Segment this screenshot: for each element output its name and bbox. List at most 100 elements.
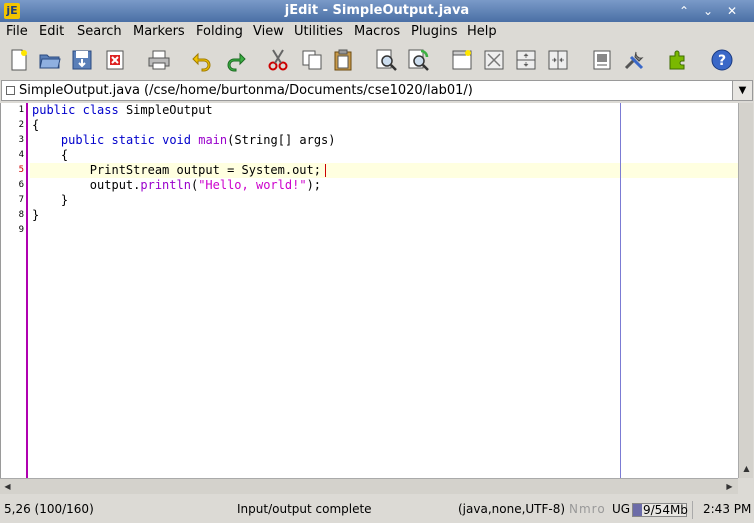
code-token: { [32, 148, 69, 162]
menu-view[interactable]: View [253, 24, 284, 39]
code-line: } [32, 208, 39, 223]
menu-markers[interactable]: Markers [133, 24, 185, 39]
code-line: { [32, 148, 68, 163]
code-token: public [32, 103, 76, 117]
global-options-icon[interactable] [622, 48, 646, 72]
code-token: public [60, 133, 105, 147]
cut-icon[interactable] [266, 48, 290, 72]
print-icon[interactable] [147, 48, 171, 72]
line-number: 9 [18, 225, 24, 235]
open-file-icon[interactable] [38, 48, 62, 72]
minimize-button[interactable]: ⌃ [676, 3, 692, 19]
code-token: ); [306, 178, 322, 192]
text-editor[interactable]: 123456789 public class SimpleOutput{ pub… [0, 103, 739, 478]
code-token: SimpleOutput [118, 103, 213, 117]
find-icon[interactable] [374, 48, 398, 72]
code-token: static [111, 133, 155, 147]
status-separator [692, 501, 693, 519]
menu-utilities[interactable]: Utilities [294, 24, 343, 39]
vertical-scrollbar[interactable]: ▲ ▼ [738, 103, 753, 478]
code-token: println [140, 178, 191, 192]
code-line: public class SimpleOutput [32, 103, 213, 118]
code-line: PrintStream output = System.out; [32, 163, 321, 178]
copy-icon[interactable] [300, 48, 324, 72]
code-token: { [32, 118, 40, 132]
paste-icon[interactable] [331, 48, 355, 72]
status-bar: 5,26 (100/160) Input/output complete (ja… [0, 499, 754, 521]
menu-folding[interactable]: Folding [196, 24, 243, 39]
encoding-flags[interactable]: UG [612, 502, 630, 516]
menu-help[interactable]: Help [467, 24, 497, 39]
code-line: output.println("Hello, world!"); [32, 178, 321, 193]
menu-file[interactable]: File [6, 24, 28, 39]
edit-mode-flags[interactable]: Nmro [569, 502, 606, 516]
clock: 2:43 PM [703, 502, 752, 516]
line-number: 4 [18, 150, 24, 160]
chevron-down-icon[interactable]: ▼ [732, 81, 752, 100]
redo-icon[interactable] [224, 48, 248, 72]
scroll-up-icon[interactable]: ▲ [739, 461, 754, 476]
line-number: 2 [18, 120, 24, 130]
code-token: PrintStream output = System.out; [32, 163, 321, 177]
svg-text:?: ? [718, 53, 726, 69]
new-file-icon[interactable] [7, 48, 31, 72]
menu-macros[interactable]: Macros [354, 24, 400, 39]
unsplit-icon[interactable] [482, 48, 506, 72]
split-vertical-icon[interactable] [546, 48, 570, 72]
code-line: public static void main(String[] args) [32, 133, 336, 148]
code-token: class [82, 103, 119, 117]
memory-label: 9/54Mb [643, 503, 688, 517]
close-window-button[interactable]: ✕ [724, 3, 740, 19]
code-token: void [162, 133, 191, 147]
scroll-corner [738, 478, 753, 494]
plugin-manager-icon[interactable] [666, 48, 690, 72]
line-number-gutter[interactable]: 1 2 3 4 5 6 7 8 9 [1, 103, 28, 478]
status-message: Input/output complete [237, 502, 372, 516]
code-token: (String[] args) [227, 133, 336, 147]
maximize-button[interactable]: ⌄ [700, 3, 716, 19]
memory-fill [633, 504, 642, 516]
menu-edit[interactable]: Edit [39, 24, 64, 39]
buffer-dirty-indicator [6, 86, 15, 95]
split-horizontal-icon[interactable] [514, 48, 538, 72]
buffer-options-icon[interactable] [590, 48, 614, 72]
toolbar: ? [0, 43, 754, 79]
memory-status[interactable]: 9/54Mb [632, 503, 688, 517]
buffer-mode[interactable]: (java,none,UTF-8) [458, 502, 565, 516]
code-token: "Hello, world!" [198, 178, 307, 192]
title-bar: jE jEdit - SimpleOutput.java ⌃ ⌄ ✕ [0, 0, 754, 22]
menu-plugins[interactable]: Plugins [411, 24, 458, 39]
code-token: } [32, 193, 69, 207]
code-token: main [198, 133, 228, 147]
menu-search[interactable]: Search [77, 24, 122, 39]
scroll-right-icon[interactable]: ▶ [722, 479, 737, 494]
buffer-path: SimpleOutput.java (/cse/home/burtonma/Do… [19, 83, 473, 98]
code-line: { [32, 118, 39, 133]
caret-position[interactable]: 5,26 (100/160) [4, 502, 94, 516]
line-number: 1 [18, 105, 24, 115]
line-number: 6 [18, 180, 24, 190]
line-number: 8 [18, 210, 24, 220]
undo-icon[interactable] [190, 48, 214, 72]
buffer-switcher[interactable]: SimpleOutput.java (/cse/home/burtonma/Do… [1, 80, 753, 101]
code-line: } [32, 193, 68, 208]
window-title: jEdit - SimpleOutput.java [284, 3, 470, 18]
new-view-icon[interactable] [450, 48, 474, 72]
help-icon[interactable]: ? [710, 48, 734, 72]
line-number: 5 [18, 165, 24, 175]
horizontal-scrollbar[interactable]: ◀ ▶ [0, 478, 738, 494]
text-caret [325, 164, 326, 177]
menu-bar: File Edit Search Markers Folding View Ut… [0, 22, 754, 43]
code-token: } [32, 208, 40, 222]
line-number: 3 [18, 135, 24, 145]
wrap-guide [620, 103, 621, 478]
close-file-icon[interactable] [103, 48, 127, 72]
text-area[interactable]: public class SimpleOutput{ public static… [30, 103, 739, 478]
code-token: output. [32, 178, 141, 192]
save-file-icon[interactable] [70, 48, 94, 72]
scroll-left-icon[interactable]: ◀ [0, 479, 15, 494]
find-next-icon[interactable] [406, 48, 430, 72]
